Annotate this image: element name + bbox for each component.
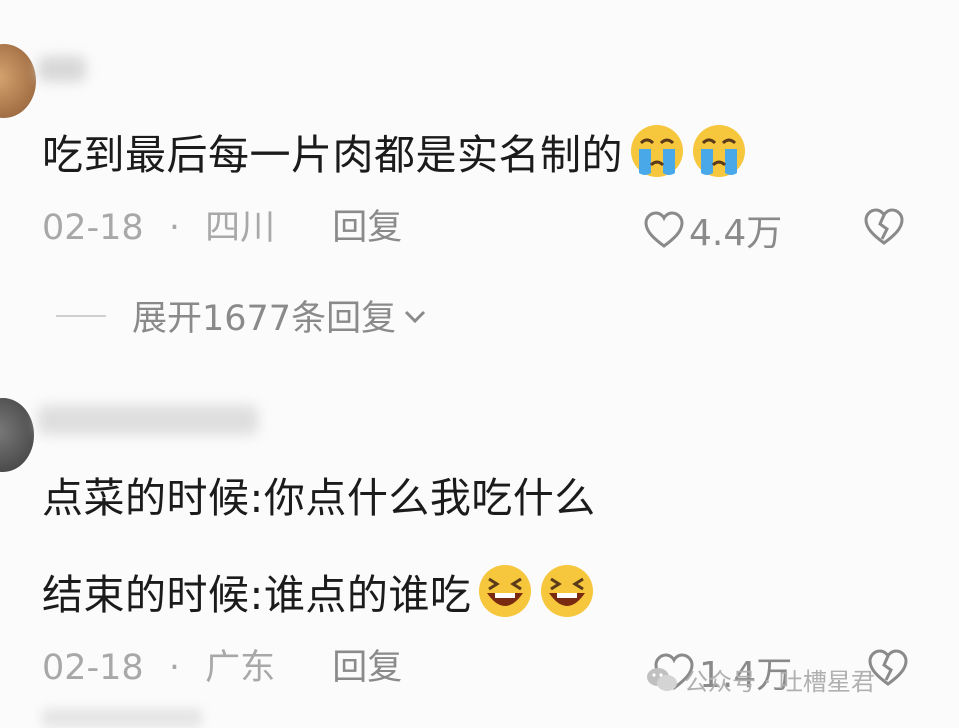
- next-comment-partial: [42, 708, 202, 728]
- laughing-face-icon: [479, 565, 532, 617]
- like-button[interactable]: 4.4万: [643, 204, 782, 256]
- crying-face-icon: [631, 125, 683, 177]
- chevron-down-icon: [405, 310, 426, 323]
- comment-meta: 02-18 · 四川 回复: [42, 208, 402, 248]
- meta-separator: ·: [168, 208, 180, 248]
- like-count: 4.4万: [689, 213, 783, 254]
- laughing-face-icon: [541, 565, 594, 617]
- expand-replies[interactable]: 展开1677条回复: [56, 290, 428, 341]
- expand-replies-label: 展开1677条回复: [132, 299, 397, 339]
- comment-location: 四川: [205, 208, 276, 248]
- avatar[interactable]: [0, 44, 36, 118]
- meta-separator: ·: [168, 648, 180, 688]
- wechat-icon: [647, 667, 677, 691]
- reply-button[interactable]: 回复: [332, 648, 402, 688]
- watermark-text: 公众号 · 吐槽星君: [684, 668, 875, 696]
- broken-heart-icon[interactable]: [862, 207, 906, 247]
- username[interactable]: [38, 405, 258, 435]
- comment-text: 吃到最后每一片肉都是实名制的: [42, 123, 747, 179]
- expand-divider: [56, 314, 106, 317]
- comment-text-body: 吃到最后每一片肉都是实名制的: [42, 131, 623, 179]
- comment-text-line-1: 点菜的时候:你点什么我吃什么: [42, 474, 596, 522]
- watermark: 公众号 · 吐槽星君: [646, 662, 875, 697]
- comment-text-line: 结束的时候:谁点的谁吃: [42, 563, 595, 619]
- username[interactable]: [38, 56, 86, 82]
- comment-text-line-2: 结束的时候:谁点的谁吃: [42, 571, 472, 619]
- comment-meta: 02-18 · 广东 回复: [42, 648, 402, 688]
- comment-date: 02-18: [42, 208, 144, 248]
- avatar[interactable]: [0, 398, 34, 472]
- reply-button[interactable]: 回复: [332, 208, 402, 248]
- comment-text-line: 点菜的时候:你点什么我吃什么: [42, 474, 596, 522]
- heart-icon: [644, 211, 684, 248]
- comment-location: 广东: [205, 648, 276, 688]
- comment-date: 02-18: [42, 648, 144, 688]
- crying-face-icon: [693, 125, 745, 177]
